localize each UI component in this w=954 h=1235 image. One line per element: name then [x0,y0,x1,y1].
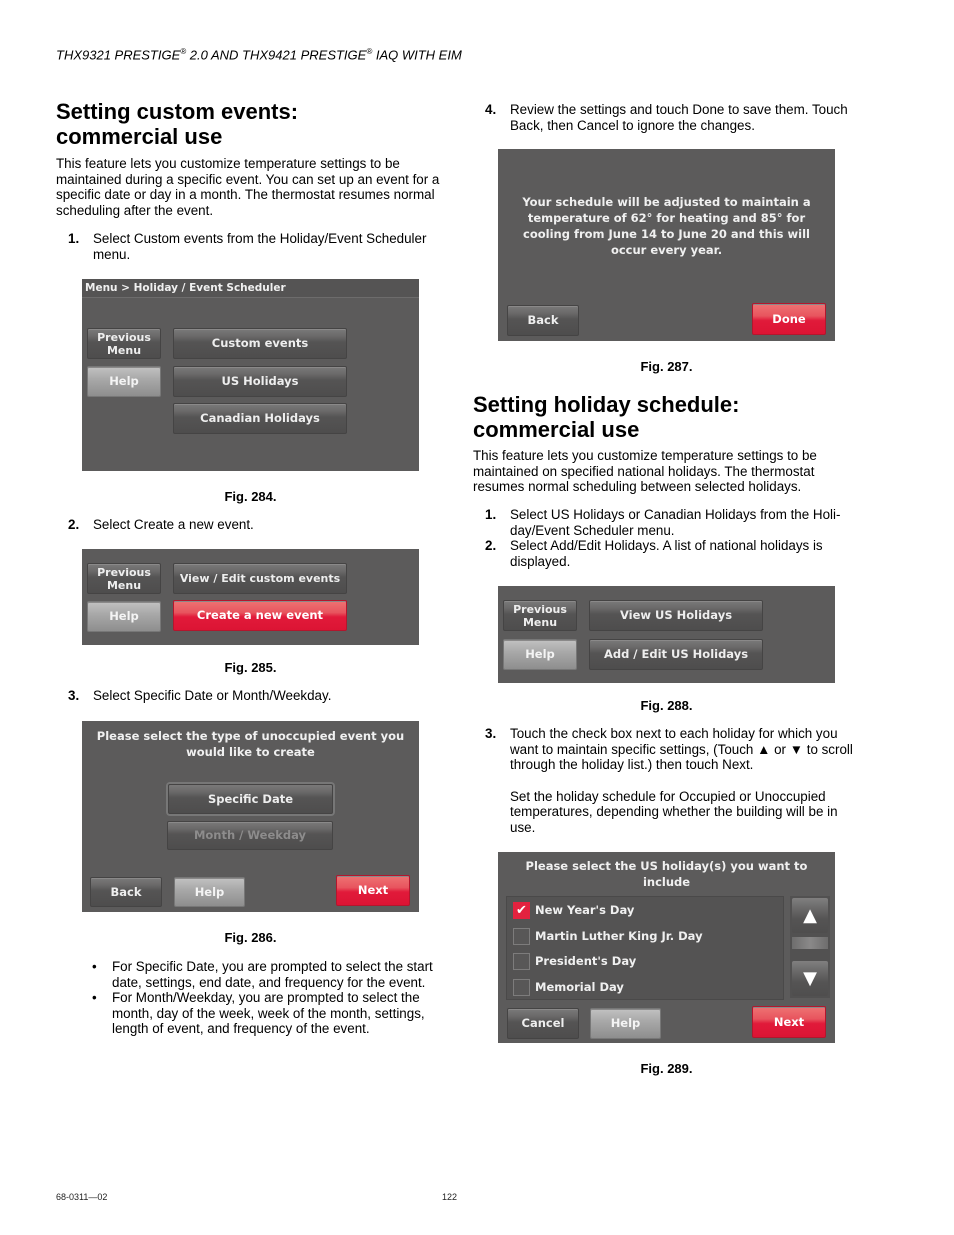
previous-menu-button[interactable]: Previous Menu [503,600,577,631]
help-button[interactable]: Help [590,1008,661,1039]
scroll-thumb[interactable] [792,937,828,949]
fig284-caption: Fig. 284. [224,489,277,504]
help-button[interactable]: Help [87,366,161,397]
done-button[interactable]: Done [752,303,826,335]
page-number: 122 [442,1192,458,1202]
back-button[interactable]: Back [507,305,579,336]
scroll-up-button[interactable]: ▲ [792,898,828,933]
checkbox[interactable] [513,927,530,945]
holiday-step-3-note: Set the holiday schedule for Occupied or… [510,788,838,835]
checkbox[interactable] [513,952,530,970]
schedule-summary-message: Your schedule will be adjusted to mainta… [522,195,811,257]
next-button[interactable]: Next [752,1006,826,1038]
holiday-row[interactable]: President's Day [513,951,636,971]
help-button[interactable]: Help [87,601,161,632]
month-weekday-button[interactable]: Month / Weekday [167,821,333,850]
scroll-down-button[interactable]: ▼ [792,961,828,996]
section-title-custom-events: Setting custom events: commercial use [56,99,299,149]
holiday-row[interactable]: ✔ New Year's Day [513,900,634,920]
fig289-caption: Fig. 289. [640,1061,693,1076]
bullet-month-weekday: • For Month/Weekday, you are prompted to… [92,990,425,1037]
up-arrow-icon: ▲ [803,905,817,926]
fig289-screen: Please select the US holiday(s) you want… [498,852,835,1043]
step-1: 1. Select Custom events from the Holiday… [68,231,427,262]
fig287-screen: Your schedule will be adjusted to mainta… [498,149,835,341]
scrollbar[interactable]: ▲ ▼ [790,896,830,998]
step-2: 2. Select Create a new event. [68,517,254,532]
holiday-list: ✔ New Year's Day Martin Luther King Jr. … [506,896,784,1000]
fig288-screen: Previous Menu Help View US Holidays Add … [498,586,835,683]
step-4: 4. Review the settings and touch Done to… [485,102,848,133]
bullet-specific-date: • For Specific Date, you are prompted to… [92,959,433,990]
holiday-intro-paragraph: This feature lets you customize temperat… [473,448,817,495]
running-header: THX9321 PRESTIGE® 2.0 AND THX9421 PRESTI… [56,47,462,63]
back-button[interactable]: Back [90,877,162,907]
view-edit-custom-events-button[interactable]: View / Edit custom events [173,563,347,594]
checkbox[interactable] [513,978,530,996]
document-number: 68-0311—02 [56,1192,108,1202]
breadcrumb: Menu > Holiday / Event Scheduler [82,279,419,298]
holiday-step-2: 2. Select Add/Edit Holidays. A list of n… [485,538,823,569]
fig288-caption: Fig. 288. [640,698,693,713]
create-new-event-button[interactable]: Create a new event [173,600,347,631]
fig286-screen: Please select the type of unoccupied eve… [82,721,419,912]
holiday-row[interactable]: Martin Luther King Jr. Day [513,926,703,946]
up-triangle-icon: ▲ [757,741,771,757]
event-type-prompt: Please select the type of unoccupied eve… [96,729,405,759]
custom-events-button[interactable]: Custom events [173,328,347,359]
cancel-button[interactable]: Cancel [507,1008,579,1039]
help-button[interactable]: Help [503,639,577,670]
previous-menu-button[interactable]: Previous Menu [87,328,161,359]
checkmark-icon: ✔ [516,902,527,918]
view-us-holidays-button[interactable]: View US Holidays [589,600,763,631]
specific-date-button[interactable]: Specific Date [168,784,333,814]
bullet-icon: • [92,990,97,1005]
next-button[interactable]: Next [336,875,410,906]
previous-menu-button[interactable]: Previous Menu [87,563,161,594]
step-3: 3. Select Specific Date or Month/Weekday… [68,688,332,703]
down-triangle-icon: ▼ [789,741,803,757]
holiday-step-3: 3. Touch the check box next to each holi… [485,726,863,836]
down-arrow-icon: ▼ [803,968,817,989]
us-holidays-button[interactable]: US Holidays [173,366,347,397]
canadian-holidays-button[interactable]: Canadian Holidays [173,403,347,434]
holiday-select-prompt: Please select the US holiday(s) you want… [525,859,808,889]
section-title-holiday-schedule: Setting holiday schedule: commercial use [473,392,740,442]
fig284-screen: Menu > Holiday / Event Scheduler Previou… [82,279,419,471]
intro-paragraph: This feature lets you customize temperat… [56,156,440,218]
bullet-icon: • [92,959,97,974]
fig285-screen: Previous Menu Help View / Edit custom ev… [82,549,419,645]
holiday-row[interactable]: Memorial Day [513,977,624,997]
help-button[interactable]: Help [174,877,245,907]
holiday-step-1: 1. Select US Holidays or Canadian Holida… [485,507,841,538]
fig287-caption: Fig. 287. [640,359,693,374]
add-edit-us-holidays-button[interactable]: Add / Edit US Holidays [589,639,763,670]
fig285-caption: Fig. 285. [224,660,277,675]
checkbox-checked[interactable]: ✔ [513,901,530,919]
fig286-caption: Fig. 286. [224,930,277,945]
